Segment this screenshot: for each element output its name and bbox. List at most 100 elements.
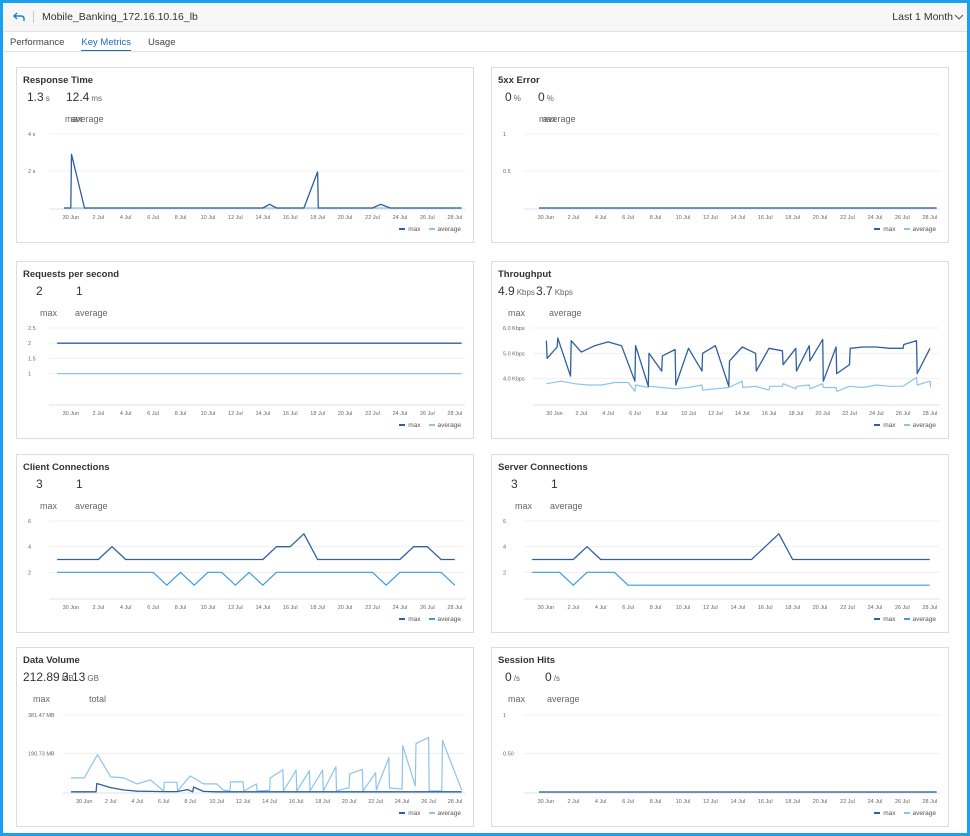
x-tick-label: 26 Jul xyxy=(421,799,436,805)
legend-label: average xyxy=(912,616,937,623)
legend-item-average[interactable]: average xyxy=(428,422,462,429)
legend-item-average[interactable]: average xyxy=(903,616,937,623)
legend-swatch-average xyxy=(428,228,435,231)
stat-average-value: 1 xyxy=(76,477,85,491)
stat-average-value: 1 xyxy=(551,477,560,491)
x-tick-label: 8 Jul xyxy=(656,411,668,417)
metric-card-session-hits: 1 0.50 30 Jun 2 Jul 4 Jul 6 Jul 8 Jul 10 Jul 12 … xyxy=(491,647,949,827)
chart-requests-per-second[interactable]: 2.5 2 1.5 1 30 Jun 2 Jul 4 Jul 6 Jul 8 Jul 10 Jul… xyxy=(17,262,475,438)
stat-label: average xyxy=(75,501,108,511)
legend-label: average xyxy=(437,226,462,233)
legend-swatch-max xyxy=(874,618,881,621)
legend-item-max[interactable]: max xyxy=(399,810,421,817)
x-tick-label: 12 Jul xyxy=(236,799,251,805)
x-tick-label: 20 Jul xyxy=(338,605,353,611)
x-tick-label: 20 Jul xyxy=(813,799,828,805)
legend-item-max[interactable]: max xyxy=(399,616,421,623)
series-line-average[interactable] xyxy=(57,571,456,586)
x-tick-label: 18 Jul xyxy=(310,411,325,417)
x-tick-label: 24 Jul xyxy=(868,215,883,221)
x-tick-label: 16 Jul xyxy=(762,411,777,417)
x-tick-label: 8 Jul xyxy=(650,215,662,221)
stat-unit: % xyxy=(546,94,554,103)
chart-session-hits[interactable]: 1 0.50 30 Jun 2 Jul 4 Jul 6 Jul 8 Jul 10 Jul 12 … xyxy=(492,648,950,824)
stat-unit: GB xyxy=(87,674,99,683)
x-tick-label: 8 Jul xyxy=(175,605,187,611)
legend-item-max[interactable]: max xyxy=(874,226,896,233)
tab-performance[interactable]: Performance xyxy=(10,32,64,50)
x-tick-label: 12 Jul xyxy=(228,605,243,611)
stat-max-value: 0/s xyxy=(505,670,520,684)
stat-value: 0 xyxy=(545,670,552,684)
x-tick-label: 28 Jul xyxy=(922,215,937,221)
y-tick-label: 1 xyxy=(503,713,506,719)
legend-item-average[interactable]: average xyxy=(428,616,461,623)
x-tick-label: 6 Jul xyxy=(147,411,159,417)
series-line-average[interactable] xyxy=(71,736,463,792)
x-tick-label: 4 Jul xyxy=(131,799,143,805)
metric-card-requests-per-second: 2.5 2 1.5 1 30 Jun 2 Jul 4 Jul 6 Jul 8 Jul 10 Jul… xyxy=(16,261,474,439)
series-line-max[interactable] xyxy=(64,153,462,209)
tab-key-metrics[interactable]: Key Metrics xyxy=(81,32,132,51)
stat-average-value: 0/s xyxy=(545,670,560,684)
x-tick-label: 2 Jul xyxy=(567,215,579,221)
legend-item-max[interactable]: max xyxy=(874,616,896,623)
stat-value: 1 xyxy=(76,284,83,298)
stat-max-value: 0% xyxy=(505,90,521,104)
chart-server-connections[interactable]: 6 4 2 30 Jun 2 Jul 4 Jul 6 Jul 8 Jul 10 Jul 12 Ju… xyxy=(492,455,950,631)
x-tick-label: 16 Jul xyxy=(758,605,773,611)
legend-item-average[interactable]: average xyxy=(903,422,936,429)
x-tick-label: 4 Jul xyxy=(120,605,132,611)
x-tick-label: 26 Jul xyxy=(895,605,910,611)
stat-label: max xyxy=(508,694,526,704)
chart-client-connections[interactable]: 6 4 2 30 Jun 2 Jul 4 Jul 6 Jul 8 Jul 10 Jul 12 Ju… xyxy=(17,455,475,631)
x-tick-label: 16 Jul xyxy=(283,215,298,221)
metric-card-throughput: 6.0 Kbps 5.0 Kbps 4.0 Kbps 30 Jun 2 Jul 4 Jul… xyxy=(491,261,949,439)
x-tick-label: 30 Jun xyxy=(538,215,555,221)
stat-value: 4.9 xyxy=(498,284,515,298)
x-tick-label: 22 Jul xyxy=(368,799,383,805)
stat-unit: % xyxy=(513,94,521,103)
x-tick-label: 26 Jul xyxy=(420,411,435,417)
legend-item-average[interactable]: average xyxy=(903,810,937,817)
legend-item-average[interactable]: average xyxy=(428,810,461,817)
x-tick-label: 2 Jul xyxy=(567,605,579,611)
chevron-down-icon xyxy=(954,14,964,20)
chart-5xx-error[interactable]: 1 0.5 30 Jun 2 Jul 4 Jul 6 Jul 8 Jul 10 Jul 12 J… xyxy=(492,68,950,244)
tab-usage[interactable]: Usage xyxy=(148,32,175,50)
legend-item-max[interactable]: max xyxy=(874,422,896,429)
x-tick-label: 10 Jul xyxy=(201,411,216,417)
x-tick-label: 12 Jul xyxy=(708,411,723,417)
stat-value: 3 xyxy=(36,477,43,491)
legend-label: average xyxy=(437,422,462,429)
series-line-average[interactable] xyxy=(532,571,930,586)
x-tick-label: 6 Jul xyxy=(158,799,170,805)
x-tick-label: 4 Jul xyxy=(595,605,607,611)
time-range-dropdown[interactable]: Last 1 Month xyxy=(892,11,964,23)
x-tick-label: 28 Jul xyxy=(448,799,463,805)
back-arrow-icon[interactable] xyxy=(12,10,26,24)
x-tick-label: 2 Jul xyxy=(92,215,104,221)
x-tick-label: 6 Jul xyxy=(147,605,159,611)
legend-item-average[interactable]: average xyxy=(428,226,462,233)
x-tick-label: 2 Jul xyxy=(92,605,104,611)
stat-max-value: 3 xyxy=(511,477,520,491)
legend-label: max xyxy=(408,810,421,817)
series-line-average[interactable] xyxy=(546,376,932,392)
x-tick-label: 24 Jul xyxy=(393,215,408,221)
stat-label: max xyxy=(508,308,526,318)
legend-item-average[interactable]: average xyxy=(903,226,936,233)
y-tick-label: 0.5 xyxy=(503,169,511,175)
x-tick-label: 14 Jul xyxy=(255,215,270,221)
x-tick-label: 26 Jul xyxy=(420,215,435,221)
legend-item-max[interactable]: max xyxy=(874,810,896,817)
legend-item-max[interactable]: max xyxy=(399,422,421,429)
legend-swatch-max xyxy=(399,812,406,815)
legend-label: average xyxy=(912,810,937,817)
x-tick-label: 4 Jul xyxy=(120,215,132,221)
x-tick-label: 10 Jul xyxy=(209,799,224,805)
legend-item-max[interactable]: max xyxy=(399,226,421,233)
x-tick-label: 20 Jul xyxy=(815,411,830,417)
legend-swatch-average xyxy=(428,618,435,621)
x-tick-label: 18 Jul xyxy=(788,411,803,417)
